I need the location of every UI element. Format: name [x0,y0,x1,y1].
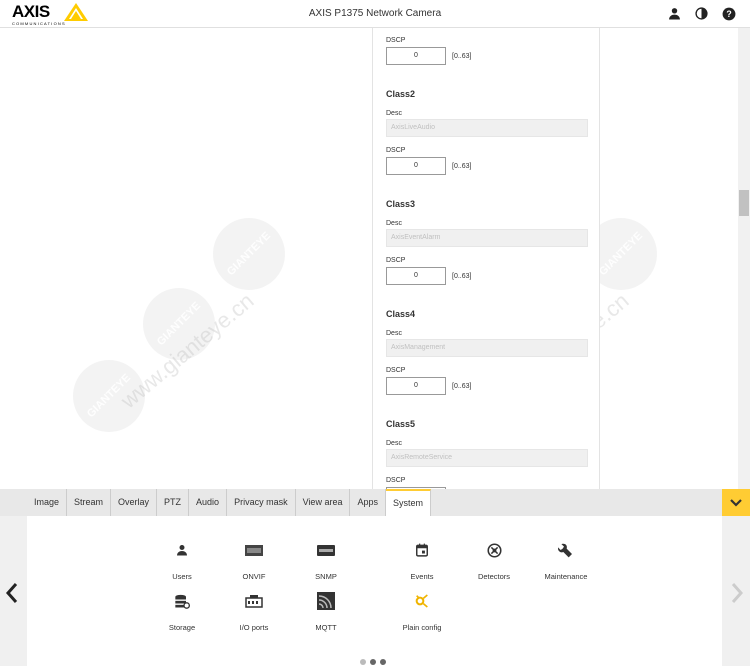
watermark-badge: GIANTEYE [198,203,300,305]
class-title: Class4 [386,309,416,319]
dscp-range: [0..63] [452,383,472,390]
chevron-down-icon [730,498,742,507]
tab-privacy-mask[interactable]: Privacy mask [227,489,296,516]
page-dot[interactable] [380,659,386,665]
tile-label: ONVIF [242,572,266,581]
detector-icon [486,542,502,558]
user-icon[interactable] [667,6,682,21]
tab-system[interactable]: System [385,489,431,516]
tile-snmp[interactable]: SNMP [291,540,361,584]
tab-ptz[interactable]: PTZ [157,489,190,516]
contrast-icon[interactable] [694,6,709,21]
tile-label: Maintenance [544,572,588,581]
tile-users[interactable]: Users [147,540,217,584]
scrollbar-thumb[interactable] [739,190,749,216]
chevron-right-icon[interactable] [729,582,745,604]
tile-label: SNMP [315,572,337,581]
tab-image[interactable]: Image [27,489,68,516]
watermark-badge: GIANTEYE [58,345,160,447]
dscp-label: DSCP [386,147,406,154]
class-title: Class5 [386,419,416,429]
class-title: Class3 [386,199,416,209]
dscp-label: DSCP [386,477,406,484]
tab-overlay[interactable]: Overlay [111,489,158,516]
tile-label: Plain config [402,623,442,632]
page-dot[interactable] [360,659,366,665]
dscp-range: [0..63] [452,163,472,170]
desc-input[interactable]: AxisLiveAudio [386,119,588,137]
dscp-input[interactable]: 0 [386,47,446,65]
desc-label: Desc [386,220,402,227]
dscp-label: DSCP [386,257,406,264]
onvif-icon [245,544,263,556]
desc-label: Desc [386,440,402,447]
dscp-range: [0..63] [452,53,472,60]
tile-label: Storage [168,623,196,632]
dscp-input[interactable]: 0 [386,157,446,175]
collapse-panel-button[interactable] [722,489,750,516]
qos-settings-panel: DSCP 0 [0..63] Class2 Desc AxisLiveAudio… [372,28,600,489]
io-ports-icon [245,594,263,608]
watermark-badge: GIANTEYE [128,273,230,375]
tile-storage[interactable]: Storage [147,591,217,635]
tile-plain-config[interactable]: Plain config [387,591,457,635]
tile-io-ports[interactable]: I/O ports [219,591,289,635]
desc-input[interactable]: AxisRemoteService [386,449,588,467]
tile-label: Users [172,572,192,581]
watermark-text: www.gianteye.cn [115,287,259,414]
tile-label: Events [410,572,434,581]
class-title: Class2 [386,89,416,99]
help-icon[interactable]: ? [721,6,736,21]
user-icon [177,545,187,556]
tile-events[interactable]: Events [387,540,457,584]
dscp-label: DSCP [386,37,406,44]
page-dot[interactable] [370,659,376,665]
desc-label: Desc [386,330,402,337]
dscp-range: [0..63] [452,273,472,280]
tile-mqtt[interactable]: MQTT [291,591,361,635]
page-title: AXIS P1375 Network Camera [308,8,442,19]
logo-subtext: COMMUNICATIONS [12,21,66,26]
system-menu-panel: Users ONVIF SNMP Events Detectors Mainte… [0,516,750,666]
storage-icon [175,594,190,609]
plain-config-icon [415,594,428,608]
snmp-icon [317,544,335,556]
wrench-icon [558,543,572,558]
dscp-input[interactable]: 0 [386,377,446,395]
tile-detectors[interactable]: Detectors [459,540,529,584]
tab-bar: Image Stream Overlay PTZ Audio Privacy m… [0,489,750,516]
next-page-area[interactable] [722,516,750,666]
dscp-input[interactable]: 0 [386,267,446,285]
tab-view-area[interactable]: View area [296,489,351,516]
desc-input[interactable]: AxisEventAlarm [386,229,588,247]
tile-label: Detectors [477,572,511,581]
chevron-left-icon[interactable] [4,582,20,604]
app-header: AXIS COMMUNICATIONS AXIS P1375 Network C… [0,0,750,28]
tile-label: I/O ports [239,623,269,632]
tab-apps[interactable]: Apps [350,489,386,516]
scrollbar[interactable] [738,28,750,489]
prev-page-area[interactable] [0,516,27,666]
tab-audio[interactable]: Audio [189,489,228,516]
mqtt-icon [317,592,335,610]
tile-onvif[interactable]: ONVIF [219,540,289,584]
page-indicator [360,659,386,665]
desc-label: Desc [386,110,402,117]
tab-stream[interactable]: Stream [67,489,112,516]
svg-text:?: ? [726,8,731,18]
calendar-icon [416,543,428,557]
tile-label: MQTT [315,623,337,632]
tile-maintenance[interactable]: Maintenance [531,540,601,584]
main-content: GIANTEYE GIANTEYE GIANTEYE www.gianteye.… [0,28,750,489]
dscp-label: DSCP [386,367,406,374]
desc-input[interactable]: AxisManagement [386,339,588,357]
